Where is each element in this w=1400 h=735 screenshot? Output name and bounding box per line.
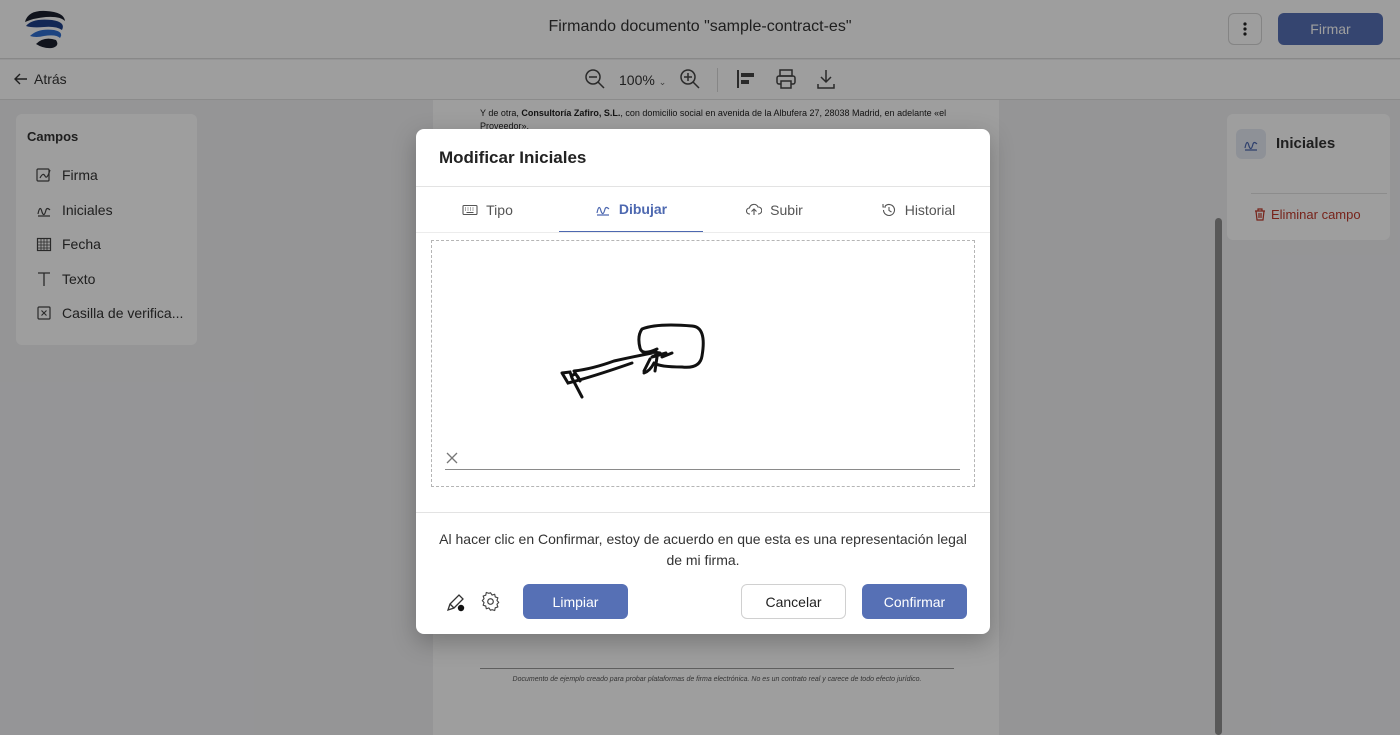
tab-label: Subir bbox=[770, 202, 803, 218]
modal-title: Modificar Iniciales bbox=[439, 148, 587, 167]
history-icon bbox=[882, 203, 895, 216]
divider bbox=[416, 232, 990, 233]
legal-notice: Al hacer clic en Confirmar, estoy de acu… bbox=[439, 531, 967, 568]
upload-cloud-icon bbox=[746, 203, 763, 215]
signature-baseline bbox=[445, 469, 960, 470]
drawing-canvas[interactable] bbox=[431, 240, 975, 487]
divider bbox=[416, 512, 990, 513]
tab-type[interactable]: Tipo bbox=[416, 187, 559, 233]
tab-history[interactable]: Historial bbox=[846, 187, 990, 233]
drawn-initials bbox=[560, 323, 705, 399]
settings-gear-icon[interactable] bbox=[480, 591, 501, 612]
tab-label: Tipo bbox=[486, 202, 513, 218]
clear-drawing-icon[interactable] bbox=[445, 451, 459, 465]
tab-draw[interactable]: Dibujar bbox=[559, 187, 703, 233]
tab-label: Historial bbox=[904, 202, 956, 218]
tab-upload[interactable]: Subir bbox=[703, 187, 846, 233]
confirm-button[interactable]: Confirmar bbox=[862, 584, 967, 619]
keyboard-icon bbox=[462, 204, 478, 216]
initials-modal: Modificar Iniciales Tipo Dibujar Subir H… bbox=[416, 129, 990, 634]
pen-color-icon[interactable] bbox=[445, 591, 467, 613]
tab-label: Dibujar bbox=[618, 201, 668, 217]
draw-icon bbox=[596, 206, 610, 216]
cancel-button[interactable]: Cancelar bbox=[741, 584, 846, 619]
clear-button[interactable]: Limpiar bbox=[523, 584, 628, 619]
